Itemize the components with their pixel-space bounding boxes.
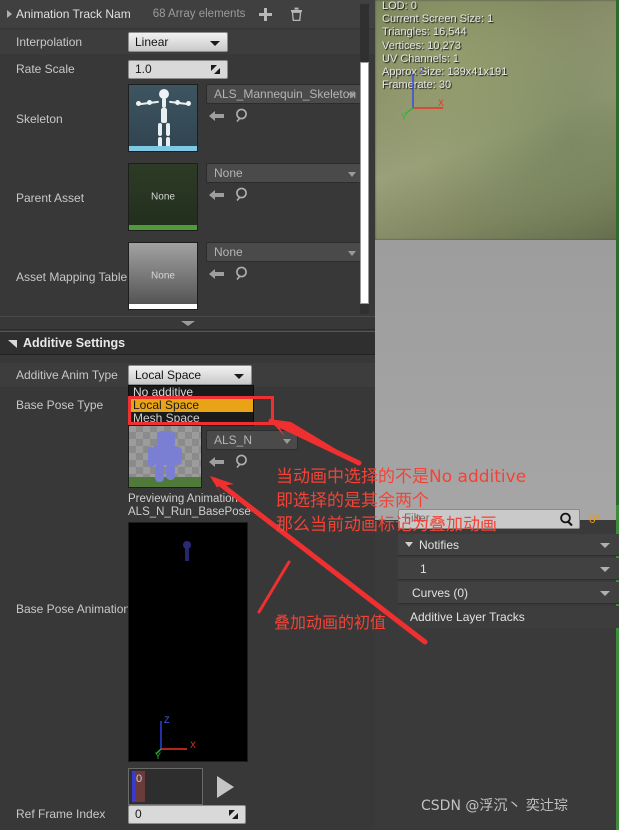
- spinner-icon[interactable]: [228, 809, 239, 820]
- asset-mapping-table-thumbnail[interactable]: None: [128, 242, 198, 310]
- annotation-text-line2: 即选择的是其余两个: [276, 491, 429, 511]
- stat-line: Current Screen Size: 1: [382, 13, 494, 26]
- animation-track-names-label: Animation Track Nam: [16, 7, 131, 21]
- additive-anim-type-row: Additive Anim Type Local Space: [0, 363, 375, 387]
- preview-axis-label-y: Y: [155, 751, 162, 761]
- chevron-down-icon[interactable]: [600, 543, 610, 548]
- screenshot-root: LOD: 0 Current Screen Size: 1 Triangles:…: [0, 0, 619, 830]
- interpolation-row: Interpolation Linear: [0, 30, 375, 54]
- parent-asset-value: None: [214, 166, 243, 180]
- additive-anim-type-value: Local Space: [135, 368, 202, 382]
- additive-settings-header[interactable]: Additive Settings: [0, 331, 375, 355]
- rate-scale-input[interactable]: 1.0: [128, 59, 228, 79]
- magnifier-icon[interactable]: [235, 266, 251, 281]
- spinner-icon[interactable]: [210, 64, 221, 75]
- chevron-down-icon[interactable]: [600, 591, 610, 596]
- triangle-down-icon: [8, 339, 17, 348]
- scrubber-time-value: 0: [136, 773, 143, 785]
- annotation-text-line4: 叠加动画的初值: [274, 613, 387, 632]
- viewport-axis-gizmo: [404, 74, 443, 115]
- interpolation-label: Interpolation: [16, 35, 83, 49]
- annotation-text-line3: 那么当前动画标记为叠加动画: [276, 515, 497, 535]
- stat-line: Triangles: 16,544: [382, 26, 467, 39]
- chevron-down-icon: [348, 251, 356, 256]
- ref-frame-index-input[interactable]: 0: [128, 804, 246, 824]
- chevron-down-icon: [210, 41, 220, 46]
- parent-asset-label: Parent Asset: [16, 191, 85, 205]
- chevron-down-icon[interactable]: [600, 567, 610, 572]
- play-button[interactable]: [217, 775, 234, 798]
- parent-asset-thumbnail[interactable]: None: [128, 163, 198, 231]
- additive-settings-title: Additive Settings: [23, 336, 126, 350]
- preview-viewport[interactable]: LOD: 0 Current Screen Size: 1 Triangles:…: [375, 0, 619, 830]
- preview-axis-label-x: X: [190, 740, 197, 750]
- browse-to-asset-icon[interactable]: [208, 188, 225, 202]
- notify-count-badge: 0*: [589, 512, 601, 526]
- interpolation-combo[interactable]: Linear: [128, 32, 228, 52]
- annotation-text-line1: 当动画中选择的不是No additive: [276, 467, 527, 487]
- rate-scale-row: Rate Scale 1.0: [0, 57, 375, 81]
- rate-scale-label: Rate Scale: [16, 62, 75, 76]
- animation-track-names-row[interactable]: Animation Track Nam 68 Array elements: [0, 0, 375, 28]
- asset-mapping-table-value: None: [214, 245, 243, 259]
- interpolation-value: Linear: [135, 35, 169, 49]
- magnifier-icon[interactable]: [235, 108, 251, 123]
- thumbnail-none-label: None: [151, 191, 175, 203]
- animation-scrubber[interactable]: 0: [128, 768, 203, 805]
- triangle-down-icon: [180, 320, 195, 326]
- details-scrollbar-thumb[interactable]: [360, 62, 369, 304]
- browse-to-asset-icon[interactable]: [208, 267, 225, 281]
- skeleton-asset-picker[interactable]: ALS_Mannequin_Skeleton: [206, 84, 363, 104]
- skeleton-row: Skeleton ALS_Mannequin_Skeleton: [0, 84, 375, 152]
- parent-asset-row: Parent Asset None None: [0, 163, 375, 231]
- thumbnail-none-label: None: [151, 270, 175, 282]
- asset-mapping-table-label: Asset Mapping Table: [16, 270, 128, 284]
- browse-to-asset-icon[interactable]: [208, 109, 225, 123]
- preview-axis-gizmo: [155, 721, 187, 755]
- stat-line: Vertices: 10,273: [382, 39, 461, 52]
- skeleton-asset-value: ALS_Mannequin_Skeleton: [214, 87, 357, 101]
- skeleton-thumbnail[interactable]: [128, 84, 198, 152]
- skeleton-label: Skeleton: [16, 112, 63, 126]
- base-pose-animation-value: ALS_N: [214, 433, 253, 447]
- magnifier-icon[interactable]: [235, 187, 251, 202]
- chevron-down-icon: [348, 93, 356, 98]
- csdn-watermark: CSDN @浮沉丶 奕辻琮: [421, 798, 568, 814]
- viewport-axis-label-x: X: [438, 98, 445, 108]
- annotation-highlight-box: [128, 396, 274, 425]
- rate-scale-value: 1.0: [135, 62, 152, 76]
- ref-frame-index-row: Ref Frame Index 0: [0, 802, 375, 826]
- base-pose-animation-label: Base Pose Animation: [16, 602, 128, 616]
- triangle-right-icon[interactable]: [7, 10, 12, 18]
- stat-line: LOD: 0: [382, 0, 417, 12]
- base-pose-type-label: Base Pose Type: [16, 398, 104, 412]
- magnifier-icon[interactable]: [559, 512, 574, 527]
- viewport-axis-label-y: Y: [401, 112, 408, 122]
- ref-frame-index-label: Ref Frame Index: [16, 807, 106, 821]
- viewport-axis-label-z: Z: [419, 66, 425, 76]
- additive-anim-type-label: Additive Anim Type: [16, 368, 118, 382]
- plus-icon[interactable]: [259, 7, 273, 21]
- asset-mapping-table-row: Asset Mapping Table None None: [0, 242, 375, 310]
- ref-frame-index-value: 0: [135, 807, 142, 821]
- parent-asset-picker[interactable]: None: [206, 163, 363, 183]
- array-elements-count: 68 Array elements: [152, 8, 246, 20]
- asset-mapping-table-picker[interactable]: None: [206, 242, 363, 262]
- additive-anim-type-combo[interactable]: Local Space: [128, 365, 252, 385]
- preview-axis-label-z: Z: [164, 715, 170, 725]
- trash-icon[interactable]: [290, 7, 303, 21]
- chevron-down-icon: [234, 374, 244, 379]
- panel-splitter[interactable]: [0, 316, 375, 330]
- chevron-down-icon: [348, 172, 356, 177]
